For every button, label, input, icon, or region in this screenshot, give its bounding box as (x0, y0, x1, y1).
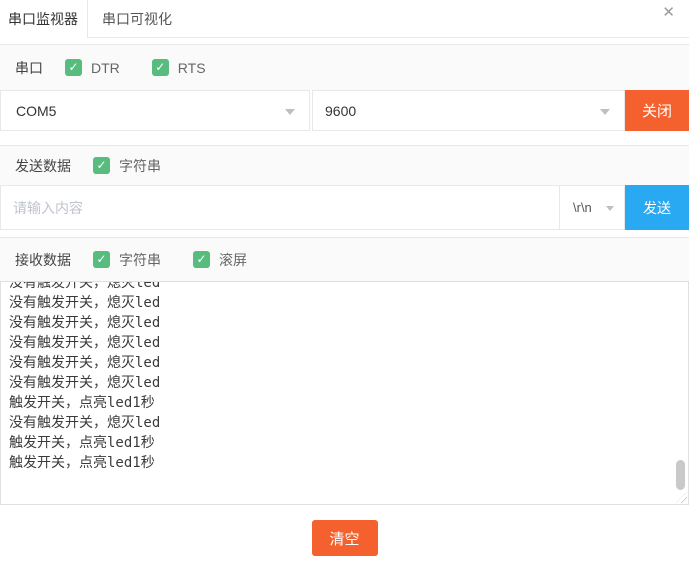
serial-section-title: 串口 (15, 58, 43, 78)
scroll-label: 滚屏 (219, 250, 247, 270)
receive-string-label: 字符串 (119, 250, 161, 270)
port-settings-row: COM5 9600 关闭 (0, 90, 689, 131)
chevron-down-icon (606, 206, 614, 211)
close-port-button[interactable]: 关闭 (625, 90, 689, 131)
receive-section-header: 接收数据 ✓ 字符串 ✓ 滚屏 (0, 237, 689, 281)
receive-section-title: 接收数据 (15, 250, 71, 270)
port-select-value: COM5 (16, 103, 56, 119)
port-select[interactable]: COM5 (0, 90, 310, 131)
send-row: \r\n 发送 (0, 185, 689, 230)
log-line: 没有触发开关，熄灭led (9, 313, 688, 333)
log-line: 没有触发开关，熄灭led (9, 353, 688, 373)
tab-serial-plotter[interactable]: 串口可视化 (88, 0, 186, 38)
dtr-check-icon: ✓ (65, 59, 82, 76)
log-line: 触发开关，点亮led1秒 (9, 453, 688, 473)
send-string-label: 字符串 (119, 156, 161, 176)
rts-checkbox[interactable]: ✓ RTS (152, 59, 206, 76)
dtr-checkbox[interactable]: ✓ DTR (65, 59, 120, 76)
log-line: 没有触发开关，熄灭led (9, 333, 688, 353)
chevron-down-icon (285, 109, 295, 115)
footer: 清空 (0, 505, 689, 573)
tab-serial-plotter-label: 串口可视化 (102, 9, 172, 29)
scrollbar-thumb[interactable] (676, 460, 685, 490)
tab-serial-monitor[interactable]: 串口监视器 (0, 0, 88, 38)
serial-section-header: 串口 ✓ DTR ✓ RTS (0, 44, 689, 90)
close-icon[interactable]: ✕ (662, 5, 675, 20)
chevron-down-icon (600, 109, 610, 115)
scroll-check-icon: ✓ (193, 251, 210, 268)
dtr-label: DTR (91, 60, 120, 76)
send-button[interactable]: 发送 (625, 185, 689, 230)
resize-grip-icon[interactable] (676, 492, 687, 503)
serial-monitor-window: 串口监视器 串口可视化 ✕ 串口 ✓ DTR ✓ RTS COM5 9600 关… (0, 0, 689, 573)
line-ending-value: \r\n (573, 200, 592, 215)
send-section-header: 发送数据 ✓ 字符串 (0, 145, 689, 185)
send-string-check-icon: ✓ (93, 157, 110, 174)
tab-serial-monitor-label: 串口监视器 (8, 9, 78, 29)
clear-button[interactable]: 清空 (312, 520, 378, 556)
log-line: 触发开关，点亮led1秒 (9, 433, 688, 453)
send-string-checkbox[interactable]: ✓ 字符串 (93, 156, 161, 176)
log-line: 没有触发开关，熄灭led (9, 293, 688, 313)
log-line: 没有触发开关，熄灭led (9, 413, 688, 433)
log-line: 触发开关，点亮led1秒 (9, 393, 688, 413)
log-line: 没有触发开关，熄灭led (9, 373, 688, 393)
tab-bar: 串口监视器 串口可视化 ✕ (0, 0, 689, 38)
receive-log[interactable]: 没有触发开关，熄灭led没有触发开关，熄灭led没有触发开关，熄灭led没有触发… (0, 281, 689, 505)
baud-select-value: 9600 (325, 103, 356, 119)
receive-string-check-icon: ✓ (93, 251, 110, 268)
tab-bar-filler (186, 0, 689, 38)
log-line: 没有触发开关，熄灭led (9, 281, 688, 293)
rts-check-icon: ✓ (152, 59, 169, 76)
rts-label: RTS (178, 60, 206, 76)
baud-select[interactable]: 9600 (312, 90, 625, 131)
send-section-title: 发送数据 (15, 156, 71, 176)
receive-log-lines: 没有触发开关，熄灭led没有触发开关，熄灭led没有触发开关，熄灭led没有触发… (1, 281, 688, 473)
line-ending-select[interactable]: \r\n (560, 185, 625, 230)
send-input[interactable] (0, 185, 560, 230)
receive-string-checkbox[interactable]: ✓ 字符串 (93, 250, 161, 270)
scroll-checkbox[interactable]: ✓ 滚屏 (193, 250, 247, 270)
